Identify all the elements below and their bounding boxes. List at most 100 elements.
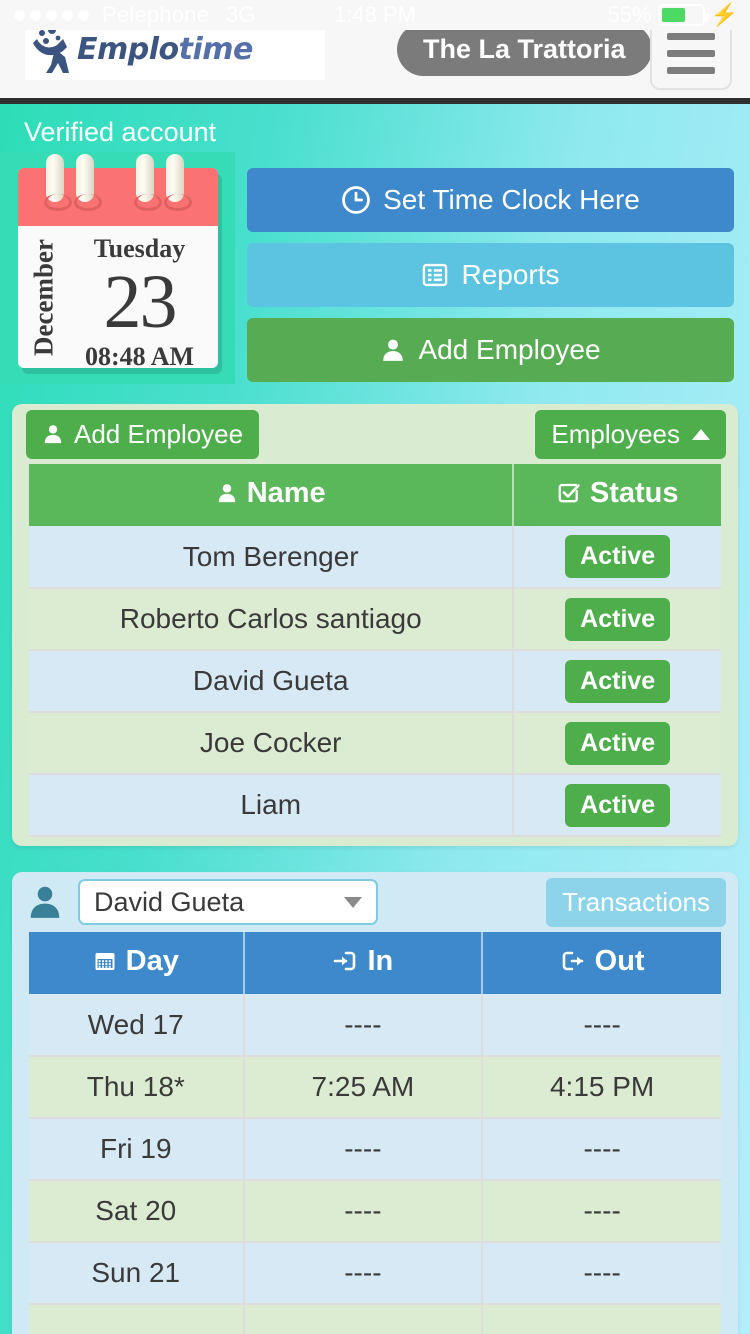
calendar-ring-icon (43, 154, 72, 211)
set-time-clock-label: Set Time Clock Here (383, 184, 640, 215)
employee-status-cell: Active (513, 650, 721, 713)
status-bar-right: 55% ⚡ (608, 2, 738, 28)
transactions-table: Day In Out Wed 17 ---- ---- Thu 18* 7:25… (29, 932, 721, 1334)
calendar-widget-wrapper: December Tuesday 23 08:48 AM (0, 152, 235, 384)
table-row[interactable]: Liam Active (29, 774, 721, 837)
employees-table-header-row: Name Status (29, 464, 721, 526)
employee-status-cell: Active (513, 712, 721, 775)
column-header-in-label: In (367, 944, 394, 977)
table-row[interactable]: Fri 19 ---- ---- (29, 1118, 721, 1181)
quick-actions: Set Time Clock Here Reports Add Employee (235, 152, 750, 384)
tx-day: Sun 21 (29, 1242, 245, 1305)
tx-out: ---- (482, 1118, 721, 1181)
employee-name: David Gueta (29, 650, 515, 713)
tx-in: ---- (243, 1180, 484, 1243)
status-bar: Pelephone 3G 1:48 PM 55% ⚡ (0, 0, 750, 30)
status-badge[interactable]: Active (565, 535, 671, 578)
employees-card: Add Employee Employees Name Status Tom B… (12, 404, 738, 846)
sign-in-icon (334, 951, 356, 971)
transactions-card-header: David Gueta Transactions (12, 872, 738, 932)
tx-in: ---- (243, 994, 484, 1057)
tx-day: Sat 20 (29, 1180, 245, 1243)
tx-in: 7:25 AM (243, 1056, 484, 1119)
reports-button[interactable]: Reports (247, 243, 734, 307)
add-employee-label: Add Employee (74, 418, 244, 449)
list-alt-icon (423, 263, 448, 287)
user-icon (44, 425, 62, 444)
column-header-name[interactable]: Name (29, 464, 515, 526)
add-employee-top-label: Add Employee (418, 334, 601, 365)
calendar-ring-icon (163, 154, 192, 211)
caret-down-icon (344, 896, 362, 908)
employee-select-value: David Gueta (94, 886, 245, 917)
lightning-bolt-icon: ⚡ (710, 2, 738, 27)
set-time-clock-button[interactable]: Set Time Clock Here (247, 168, 734, 232)
add-employee-button-top[interactable]: Add Employee (247, 318, 734, 382)
transactions-section-toggle[interactable]: Transactions (546, 877, 726, 927)
tx-day: Wed 17 (29, 994, 245, 1057)
calendar-time: 08:48 AM (84, 342, 195, 372)
status-badge[interactable]: Active (565, 659, 671, 703)
column-header-name-label: Name (246, 476, 326, 509)
tx-out: ---- (482, 994, 721, 1057)
tx-day (29, 1304, 245, 1334)
company-name-badge[interactable]: The La Trattoria (397, 22, 652, 76)
employee-selector-row: David Gueta (26, 879, 378, 925)
app-screen: Pelephone 3G 1:48 PM 55% ⚡ Emplotime The… (0, 0, 750, 1334)
tx-in (243, 1304, 484, 1334)
column-header-status[interactable]: Status (513, 464, 721, 526)
tx-out: ---- (482, 1180, 721, 1243)
column-header-day[interactable]: Day (29, 932, 245, 994)
clock-icon (342, 186, 370, 214)
user-avatar-icon (30, 886, 60, 918)
user-icon (218, 484, 235, 503)
tx-day: Fri 19 (29, 1118, 245, 1181)
table-row[interactable]: Sat 20 ---- ---- (29, 1180, 721, 1243)
column-header-out[interactable]: Out (482, 932, 721, 994)
battery-icon (657, 4, 709, 26)
calendar-month: December (28, 239, 58, 357)
table-row[interactable]: Tom Berenger Active (29, 526, 721, 589)
employee-status-cell: Active (513, 526, 721, 589)
transactions-table-header-row: Day In Out (29, 932, 721, 994)
status-badge[interactable]: Active (565, 721, 671, 765)
user-icon (383, 339, 404, 361)
table-row[interactable]: Roberto Carlos santiago Active (29, 588, 721, 651)
employees-table-body: Tom Berenger Active Roberto Carlos santia… (29, 526, 721, 837)
calendar-ring-icon (73, 154, 102, 211)
calendar-icon (95, 953, 115, 971)
table-row[interactable]: Wed 17 ---- ---- (29, 994, 721, 1057)
calendar-body: Tuesday 23 08:48 AM (62, 226, 218, 371)
column-header-out-label: Out (594, 944, 645, 977)
caret-up-icon (692, 428, 710, 440)
employee-name: Tom Berenger (29, 526, 515, 589)
table-row[interactable] (29, 1304, 721, 1334)
tx-out: ---- (482, 1242, 721, 1305)
employees-card-header: Add Employee Employees (12, 404, 738, 464)
check-square-icon (558, 484, 580, 503)
transactions-table-body: Wed 17 ---- ---- Thu 18* 7:25 AM 4:15 PM Fri… (29, 994, 721, 1334)
table-row[interactable]: Sun 21 ---- ---- (29, 1242, 721, 1305)
employee-name: Liam (29, 774, 515, 837)
tx-out: 4:15 PM (482, 1056, 721, 1119)
table-row[interactable]: David Gueta Active (29, 650, 721, 713)
add-employee-button[interactable]: Add Employee (26, 409, 260, 459)
employees-table: Name Status Tom Berenger Active Roberto … (29, 464, 721, 837)
sign-out-icon (562, 951, 583, 971)
battery-percent-label: 55% (607, 2, 652, 27)
tx-in: ---- (243, 1242, 484, 1305)
status-badge[interactable]: Active (565, 597, 671, 641)
top-panel: December Tuesday 23 08:48 AM Set Time Cl… (0, 152, 750, 384)
tx-in: ---- (243, 1118, 484, 1181)
employee-select[interactable]: David Gueta (78, 879, 378, 925)
employees-section-toggle[interactable]: Employees (535, 409, 726, 459)
employee-status-cell: Active (513, 588, 721, 651)
status-badge[interactable]: Active (565, 783, 671, 827)
table-row[interactable]: Joe Cocker Active (29, 712, 721, 775)
table-row[interactable]: Thu 18* 7:25 AM 4:15 PM (29, 1056, 721, 1119)
column-header-in[interactable]: In (243, 932, 484, 994)
column-header-status-label: Status (589, 476, 679, 509)
logo-text: Emplotime (77, 31, 253, 67)
employee-name: Roberto Carlos santiago (29, 588, 515, 651)
verified-account-banner: Verified account (24, 116, 217, 147)
